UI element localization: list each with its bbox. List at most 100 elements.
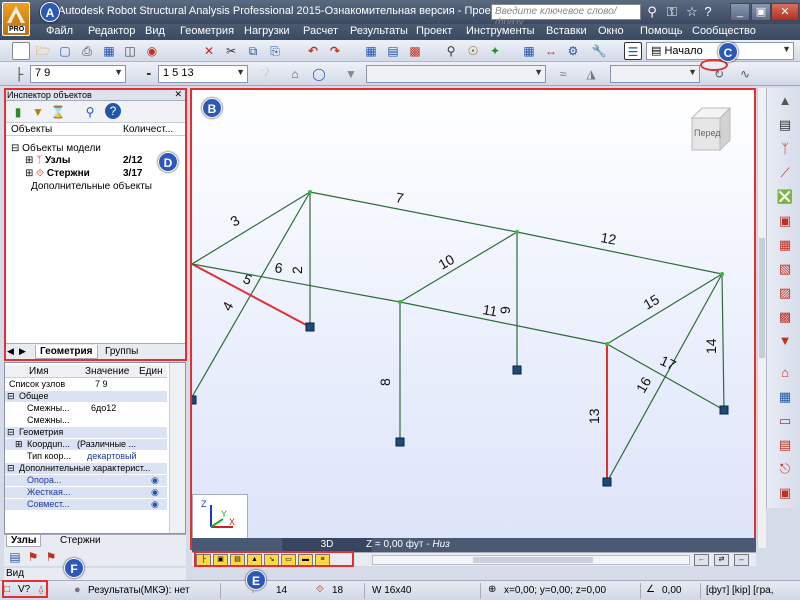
sort-icon[interactable]: ⌛ (49, 103, 67, 121)
preview-icon[interactable]: ▦ (100, 42, 118, 60)
view-tool-icon[interactable]: ⇄ (714, 554, 729, 566)
property-value[interactable]: 7 9 (95, 379, 108, 390)
steel-design-icon[interactable]: ▤ (775, 436, 795, 454)
key-icon[interactable]: ⚿ (664, 4, 680, 20)
support-node[interactable] (602, 477, 612, 487)
panel-tool-icon[interactable]: ▩ (775, 308, 795, 326)
query-icon[interactable]: V? (18, 584, 30, 595)
display-units-icon[interactable]: ≡ (315, 554, 330, 566)
preferences-icon[interactable]: ⚙ (564, 42, 582, 60)
display-supports-icon[interactable]: ▲ (247, 554, 262, 566)
rotate-icon[interactable]: ↻ (710, 65, 728, 83)
table-tool-icon[interactable]: ▦ (775, 388, 795, 406)
mode-icon[interactable]: ◮ (582, 65, 600, 83)
tree-icon[interactable]: ▮ (9, 103, 27, 121)
menu-geometry[interactable]: Геометрия (180, 25, 234, 37)
viewcube[interactable]: Перед (684, 104, 740, 160)
globe-icon[interactable]: ☉ (464, 42, 482, 60)
display-nodes-icon[interactable]: ├ (196, 554, 211, 566)
edit-icon[interactable]: ◉ (151, 499, 159, 510)
paste-icon[interactable]: ⎘ (266, 42, 284, 60)
new-icon[interactable] (12, 42, 30, 60)
menu-file[interactable]: Файл (46, 25, 73, 37)
display-loads-icon[interactable]: ↘ (264, 554, 279, 566)
menu-view[interactable]: Вид (145, 25, 165, 37)
help-icon[interactable]: ? (105, 103, 121, 119)
menu-analysis[interactable]: Расчет (303, 25, 338, 37)
collapse-icon[interactable]: ⊟ (11, 143, 19, 154)
print-icon[interactable]: ⎙ (78, 42, 96, 60)
property-value[interactable]: (Различные ... (77, 439, 136, 450)
property-row[interactable]: Смежны... (5, 415, 167, 426)
wave-icon[interactable]: ∿ (736, 65, 754, 83)
node[interactable] (515, 230, 519, 234)
bar-flag-icon[interactable]: ⚑ (42, 548, 60, 566)
hook-icon[interactable]: ❎ (775, 188, 795, 206)
selection-mode-icon[interactable]: □ (4, 584, 10, 595)
units-display[interactable]: [фут] [kip] [гра, (706, 585, 773, 596)
redo-icon[interactable]: ↷ (326, 42, 344, 60)
tree-item-extra[interactable]: Дополнительные объекты (31, 181, 152, 192)
support-node[interactable] (512, 365, 522, 375)
collapse-icon[interactable]: ⊟ (7, 463, 15, 474)
display-icon[interactable]: ▩ (406, 42, 424, 60)
bar-selection-icon[interactable]: ╺ (138, 65, 156, 83)
tab-nodes[interactable]: Узлы (6, 535, 42, 547)
calculate-icon[interactable]: ▦ (362, 42, 380, 60)
help-icon[interactable]: ? (700, 4, 716, 20)
property-value[interactable]: декартовый (87, 451, 137, 462)
property-row[interactable]: Жесткая... ◉ (5, 487, 167, 498)
support-node[interactable] (719, 405, 729, 415)
restore-button[interactable]: ▣ (751, 3, 771, 21)
rc-design-icon[interactable]: ⎋ (775, 460, 795, 478)
tree-root[interactable]: ⊟ Объекты модели (11, 143, 101, 154)
tools-icon[interactable]: 🔧 (590, 42, 608, 60)
node[interactable] (605, 342, 609, 346)
bar-10[interactable] (399, 231, 518, 303)
support-node[interactable] (395, 437, 405, 447)
menu-community[interactable]: Сообщество (692, 25, 756, 37)
property-section-general[interactable]: ⊟ Общее (5, 391, 167, 402)
support-tool-icon[interactable]: ▦ (775, 236, 795, 254)
tree-item-bars[interactable]: ⊞ ⟐ Стержни (25, 168, 90, 179)
tab-prev-icon[interactable]: ◀ (7, 346, 14, 357)
property-row[interactable]: Опора... ◉ (5, 475, 167, 486)
node-selection-input[interactable]: 7 9 ▼ (30, 65, 126, 83)
scroll-thumb[interactable] (473, 557, 593, 563)
open-icon[interactable]: 🗁 (34, 42, 52, 60)
property-section-extra[interactable]: ⊟ Дополнительные характерист... (5, 463, 167, 474)
bar-7[interactable] (309, 191, 518, 233)
help-pointer-icon[interactable]: ❔ (256, 65, 274, 83)
load-case-select[interactable]: ▼ (366, 65, 546, 83)
collapse-icon[interactable]: ⊟ (7, 391, 15, 402)
tab-groups[interactable]: Группы (101, 345, 142, 358)
search-input[interactable]: Введите ключевое слово/фразу (491, 4, 641, 28)
vertical-scrollbar[interactable] (757, 88, 766, 548)
node-tool-icon[interactable]: ᛉ (775, 140, 795, 158)
mode-select[interactable]: ▼ (610, 65, 700, 83)
cross-section-icon[interactable]: ▤ (775, 116, 795, 134)
undo-icon[interactable]: ↶ (304, 42, 322, 60)
view-mode-button[interactable]: 3D (282, 538, 372, 552)
work-plane-label[interactable]: Z = 0,00 фут - Низ (366, 538, 450, 552)
tab-next-icon[interactable]: ▶ (19, 346, 26, 357)
property-row[interactable]: Тип коор... декартовый (5, 451, 167, 462)
display-numbers-icon[interactable]: ▣ (213, 554, 228, 566)
save-icon[interactable]: ▢ (56, 42, 74, 60)
property-value[interactable]: 6до12 (91, 403, 116, 414)
cut-icon[interactable]: ✂ (222, 42, 240, 60)
menu-insert[interactable]: Вставки (546, 25, 587, 37)
menu-help[interactable]: Помощь (640, 25, 683, 37)
load-tool-icon[interactable]: ▼ (775, 332, 795, 350)
filter-icon[interactable]: ▼ (29, 103, 47, 121)
node-selection-icon[interactable]: ├ (10, 65, 28, 83)
tree-item-nodes[interactable]: ⊞ ᛉ Узлы (25, 155, 70, 166)
flag-icon[interactable]: ⚑ (24, 548, 42, 566)
graph-icon[interactable]: ✦ (486, 42, 504, 60)
property-scrollbar[interactable] (169, 363, 185, 533)
scroll-thumb[interactable] (759, 238, 765, 358)
connection-icon[interactable]: ▣ (775, 484, 795, 502)
copy-icon[interactable]: ⧉ (244, 42, 262, 60)
layout-icon[interactable]: ☰ (624, 42, 642, 60)
tab-geometry[interactable]: Геометрия (35, 345, 98, 359)
